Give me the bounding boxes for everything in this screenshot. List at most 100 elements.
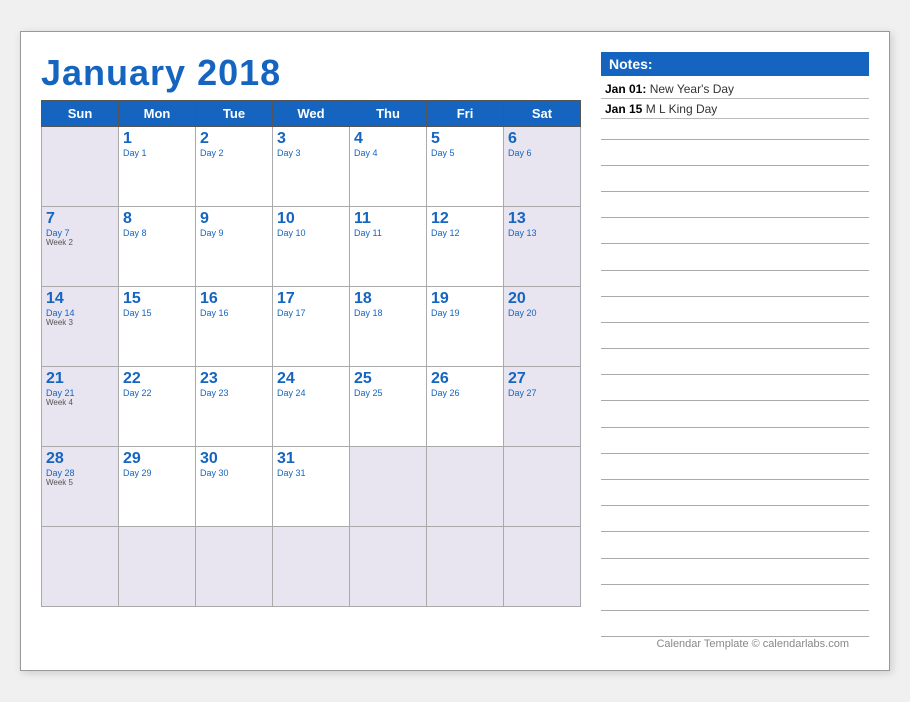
- calendar-cell: [350, 447, 427, 527]
- day-label: Day 11: [354, 228, 422, 238]
- day-number: 10: [277, 210, 345, 228]
- week-label: Week 2: [46, 238, 114, 247]
- note-line: [601, 296, 869, 297]
- day-header-sat: Sat: [504, 101, 581, 127]
- day-header-sun: Sun: [42, 101, 119, 127]
- calendar-cell: 21Day 21Week 4: [42, 367, 119, 447]
- note-line: [601, 531, 869, 532]
- day-number: 27: [508, 370, 576, 388]
- calendar-cell: 27Day 27: [504, 367, 581, 447]
- calendar-cell: 16Day 16: [196, 287, 273, 367]
- note-date: Jan 01:: [605, 82, 650, 96]
- day-number: 20: [508, 290, 576, 308]
- day-number: 19: [431, 290, 499, 308]
- day-number: 30: [200, 450, 268, 468]
- calendar-cell: [504, 447, 581, 527]
- day-label: Day 29: [123, 468, 191, 478]
- calendar-cell: 30Day 30: [196, 447, 273, 527]
- note-line: [601, 191, 869, 192]
- note-line: [601, 322, 869, 323]
- day-label: Day 12: [431, 228, 499, 238]
- calendar-cell: 12Day 12: [427, 207, 504, 287]
- day-label: Day 30: [200, 468, 268, 478]
- calendar-cell: 14Day 14Week 3: [42, 287, 119, 367]
- note-line: [601, 558, 869, 559]
- calendar-cell: 29Day 29: [119, 447, 196, 527]
- note-line: [601, 636, 869, 637]
- day-header-thu: Thu: [350, 101, 427, 127]
- day-number: 21: [46, 370, 114, 388]
- calendar-cell: [350, 527, 427, 607]
- calendar-cell: 13Day 13: [504, 207, 581, 287]
- day-number: 2: [200, 130, 268, 148]
- note-item: Jan 01: New Year's Day: [601, 80, 869, 99]
- day-label: Day 20: [508, 308, 576, 318]
- day-label: Day 17: [277, 308, 345, 318]
- day-number: 28: [46, 450, 114, 468]
- calendar-cell: 15Day 15: [119, 287, 196, 367]
- day-label: Day 7: [46, 228, 114, 238]
- note-line: [601, 479, 869, 480]
- calendar-cell: [42, 127, 119, 207]
- note-line: [601, 139, 869, 140]
- day-number: 23: [200, 370, 268, 388]
- calendar-cell: 23Day 23: [196, 367, 273, 447]
- day-number: 17: [277, 290, 345, 308]
- calendar-cell: [119, 527, 196, 607]
- note-line: [601, 165, 869, 166]
- day-header-fri: Fri: [427, 101, 504, 127]
- note-line: [601, 374, 869, 375]
- note-line: [601, 584, 869, 585]
- calendar-cell: 3Day 3: [273, 127, 350, 207]
- day-label: Day 13: [508, 228, 576, 238]
- calendar-cell: [504, 527, 581, 607]
- day-label: Day 24: [277, 388, 345, 398]
- day-number: 9: [200, 210, 268, 228]
- day-number: 13: [508, 210, 576, 228]
- calendar-cell: 2Day 2: [196, 127, 273, 207]
- day-number: 11: [354, 210, 422, 228]
- day-number: 29: [123, 450, 191, 468]
- day-number: 1: [123, 130, 191, 148]
- calendar-cell: 17Day 17: [273, 287, 350, 367]
- day-number: 5: [431, 130, 499, 148]
- calendar-cell: 5Day 5: [427, 127, 504, 207]
- day-number: 6: [508, 130, 576, 148]
- day-label: Day 31: [277, 468, 345, 478]
- day-number: 31: [277, 450, 345, 468]
- day-label: Day 9: [200, 228, 268, 238]
- calendar-cell: [427, 527, 504, 607]
- notes-header: Notes:: [601, 52, 869, 76]
- calendar-cell: 20Day 20: [504, 287, 581, 367]
- note-line: [601, 348, 869, 349]
- calendar-page: January 2018 SunMonTueWedThuFriSat 1Day …: [20, 31, 890, 671]
- day-number: 4: [354, 130, 422, 148]
- day-label: Day 15: [123, 308, 191, 318]
- calendar-cell: 8Day 8: [119, 207, 196, 287]
- calendar-cell: [42, 527, 119, 607]
- calendar-cell: 6Day 6: [504, 127, 581, 207]
- note-line: [601, 610, 869, 611]
- day-number: 7: [46, 210, 114, 228]
- calendar-cell: 11Day 11: [350, 207, 427, 287]
- day-label: Day 3: [277, 148, 345, 158]
- week-label: Week 4: [46, 398, 114, 407]
- note-line: [601, 400, 869, 401]
- day-label: Day 22: [123, 388, 191, 398]
- day-number: 18: [354, 290, 422, 308]
- day-label: Day 21: [46, 388, 114, 398]
- week-label: Week 5: [46, 478, 114, 487]
- day-number: 25: [354, 370, 422, 388]
- day-label: Day 16: [200, 308, 268, 318]
- calendar-cell: 7Day 7Week 2: [42, 207, 119, 287]
- day-number: 16: [200, 290, 268, 308]
- note-line: [601, 217, 869, 218]
- calendar-cell: 31Day 31: [273, 447, 350, 527]
- day-header-tue: Tue: [196, 101, 273, 127]
- day-label: Day 1: [123, 148, 191, 158]
- day-label: Day 10: [277, 228, 345, 238]
- note-line: [601, 453, 869, 454]
- day-label: Day 25: [354, 388, 422, 398]
- day-label: Day 28: [46, 468, 114, 478]
- calendar-title: January 2018: [41, 52, 581, 94]
